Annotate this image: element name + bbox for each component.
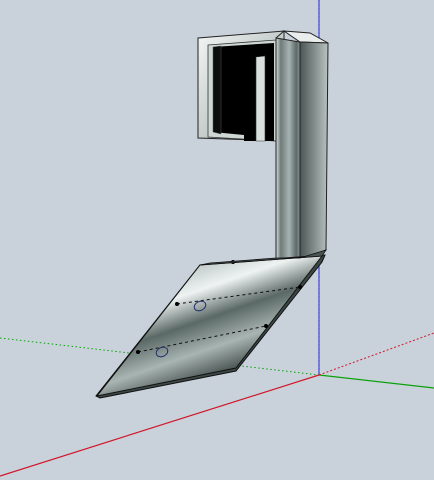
post-front-face: [275, 37, 301, 263]
post-right-face: [299, 41, 329, 263]
hook-opening-edge: [212, 45, 222, 135]
viewport-canvas[interactable]: [0, 0, 434, 480]
guide-point: [175, 302, 179, 306]
hook-head[interactable]: [197, 30, 285, 142]
vertical-post[interactable]: [275, 30, 329, 263]
guide-point: [298, 285, 302, 289]
guide-point: [136, 350, 140, 354]
3d-viewport[interactable]: [0, 0, 434, 480]
guide-point: [264, 324, 268, 328]
hook-lip: [255, 55, 266, 142]
